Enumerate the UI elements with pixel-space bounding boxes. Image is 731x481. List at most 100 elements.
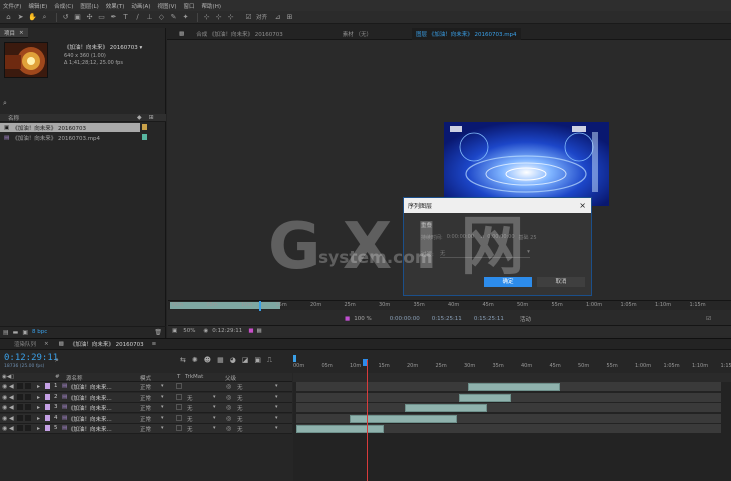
frame-blend-icon[interactable]: ▦ xyxy=(217,356,224,365)
eraser-tool-icon[interactable]: ◇ xyxy=(157,13,166,22)
graph-editor-icon[interactable]: ◪ xyxy=(242,356,249,365)
preserve-transparency-checkbox[interactable] xyxy=(176,393,182,400)
in-point-time[interactable]: 0:00:00:00 xyxy=(390,316,420,322)
parent-pickwhip-icon[interactable]: ◎ xyxy=(226,394,231,401)
zoom-tool-icon[interactable]: ⌕ xyxy=(40,13,49,22)
new-composition-icon[interactable]: ▣ xyxy=(22,329,28,336)
layer-bar-2[interactable] xyxy=(459,394,511,402)
parent-dropdown[interactable]: 无 xyxy=(237,404,243,412)
snapshot-icon[interactable]: ◉ xyxy=(203,328,208,334)
menu-icon[interactable]: ≡ xyxy=(152,341,157,347)
expand-chevron-icon[interactable]: ▸ xyxy=(37,383,40,390)
column-name-header[interactable]: 名称 xyxy=(8,114,19,122)
composition-mini-icon[interactable]: ⇆ xyxy=(180,356,186,365)
snap-option-icon[interactable]: ⊿ xyxy=(273,13,282,22)
visibility-eye-icon[interactable]: ◉ xyxy=(2,404,7,411)
layer-label-color[interactable] xyxy=(45,383,50,389)
axis-local-icon[interactable]: ⊹ xyxy=(202,13,211,22)
layer-name[interactable]: 《加油！向未来... xyxy=(68,404,112,412)
layer-bar-3[interactable] xyxy=(405,404,487,412)
header-t[interactable]: T xyxy=(177,374,180,380)
lock-checkbox[interactable] xyxy=(25,414,31,421)
chevron-down-icon[interactable]: ▾ xyxy=(213,415,216,421)
layer-row[interactable]: ◉ ◀ ▸ 5 ▤ 《加油！向未来... 正常 ▾ 无 ▾ ◎ 无 ▾ xyxy=(0,424,292,434)
tab-render-queue[interactable]: 渲染队列 xyxy=(14,340,36,348)
parent-dropdown[interactable]: 无 xyxy=(237,415,243,423)
motion-blur-icon[interactable]: ◕ xyxy=(230,356,236,365)
parent-pickwhip-icon[interactable]: ◎ xyxy=(226,404,231,411)
audio-icon[interactable]: ◀ xyxy=(9,425,14,432)
visibility-eye-icon[interactable]: ◉ xyxy=(2,425,7,432)
solo-checkbox[interactable] xyxy=(17,414,23,421)
layer-name[interactable]: 《加油！向未来... xyxy=(68,415,112,423)
chevron-down-icon[interactable]: ▾ xyxy=(213,404,216,410)
label-color-swatch[interactable] xyxy=(142,124,147,130)
rotate-tool-icon[interactable]: ↺ xyxy=(61,13,70,22)
menu-effect[interactable]: 效果(T) xyxy=(106,2,125,10)
close-icon[interactable]: × xyxy=(44,341,49,347)
channel-icon[interactable]: ■ xyxy=(345,316,350,322)
lock-checkbox[interactable] xyxy=(25,425,31,431)
timeline-current-time-indicator[interactable] xyxy=(367,360,368,481)
close-icon[interactable]: × xyxy=(19,30,24,36)
axis-view-icon[interactable]: ⊹ xyxy=(226,13,235,22)
tab-layer[interactable]: 图层 《加油！向未来》 20160703.mp4 xyxy=(411,27,521,40)
project-panel-tab[interactable]: 项目 xyxy=(4,29,15,37)
audio-icon[interactable]: ◀ xyxy=(9,415,14,422)
solo-checkbox[interactable] xyxy=(17,393,23,400)
audio-icon[interactable]: ◀ xyxy=(9,404,14,411)
snap-checkbox[interactable]: ☑ xyxy=(244,13,253,22)
cancel-button[interactable]: 取消 xyxy=(537,277,585,287)
preserve-transparency-checkbox[interactable] xyxy=(176,383,182,389)
parent-pickwhip-icon[interactable]: ◎ xyxy=(226,425,231,432)
menu-animation[interactable]: 动画(A) xyxy=(131,2,150,10)
pen-tool-icon[interactable]: ✒ xyxy=(109,13,118,22)
expand-chevron-icon[interactable]: ▸ xyxy=(37,404,40,411)
hand-tool-icon[interactable]: ✋ xyxy=(28,13,37,22)
puppet-tool-icon[interactable]: ✦ xyxy=(181,13,190,22)
header-parent[interactable]: 父级 xyxy=(225,374,236,382)
tab-composition[interactable]: 合成 《加油！向未来》 20160703 xyxy=(196,30,283,38)
interpret-footage-icon[interactable]: ▤ xyxy=(3,329,9,336)
pan-behind-tool-icon[interactable]: ✣ xyxy=(85,13,94,22)
label-column-icon[interactable]: ◆ xyxy=(137,114,142,121)
menu-composition[interactable]: 合成(C) xyxy=(54,2,73,10)
snap-option-icon[interactable]: ⊞ xyxy=(285,13,294,22)
layer-row[interactable]: ◉ ◀ ▸ 2 ▤ 《加油！向未来... 正常 ▾ 无 ▾ ◎ 无 ▾ xyxy=(0,392,292,403)
layer-label-color[interactable] xyxy=(45,425,50,431)
out-point-time[interactable]: 0:15:25:11 xyxy=(432,316,462,322)
trkmat-dropdown[interactable]: 无 xyxy=(187,404,193,412)
lock-checkbox[interactable] xyxy=(25,383,31,389)
lock-checkbox[interactable] xyxy=(25,393,31,400)
blend-mode-dropdown[interactable]: 正常 xyxy=(140,415,151,423)
layer-name[interactable]: 《加油！向未来... xyxy=(68,425,112,433)
render-checkbox[interactable]: ☑ xyxy=(706,316,711,322)
selected-item-name[interactable]: 《加油！向未来》 20160703 ▾ xyxy=(64,43,166,51)
color-icon[interactable]: ■ xyxy=(248,328,253,334)
preserve-transparency-checkbox[interactable] xyxy=(176,404,182,410)
menu-edit[interactable]: 编辑(E) xyxy=(28,2,47,10)
timeline-ruler[interactable]: 00m 05m 10m 15m 20m 25m 30m 35m 40m 45m 50m 55m 1:00… xyxy=(293,355,731,372)
render-icon[interactable]: ▣ xyxy=(254,356,261,365)
text-tool-icon[interactable]: T xyxy=(121,13,130,22)
visibility-eye-icon[interactable]: ◉ xyxy=(2,394,7,401)
current-timecode[interactable]: 0:12:29:11 xyxy=(212,328,242,334)
new-folder-icon[interactable]: ▬ xyxy=(13,329,19,336)
trkmat-dropdown[interactable]: 无 xyxy=(187,415,193,423)
audio-icon[interactable]: ◀ xyxy=(9,383,14,390)
parent-dropdown[interactable]: 无 xyxy=(237,425,243,433)
project-search[interactable]: ⌕ xyxy=(3,98,163,108)
chevron-down-icon[interactable]: ▾ xyxy=(213,394,216,400)
type-column-icon[interactable]: ⊞ xyxy=(149,114,154,121)
trkmat-dropdown[interactable]: 无 xyxy=(187,394,193,402)
expand-chevron-icon[interactable]: ▸ xyxy=(37,415,40,422)
menu-window[interactable]: 窗口 xyxy=(184,2,195,10)
layer-row[interactable]: ◉ ◀ ▸ 4 ▤ 《加油！向未来... 正常 ▾ 无 ▾ ◎ 无 ▾ xyxy=(0,413,292,424)
blend-mode-dropdown[interactable]: 正常 xyxy=(140,425,151,433)
parent-dropdown[interactable]: 无 xyxy=(237,383,243,391)
layer-bar-1[interactable] xyxy=(468,383,560,391)
preserve-transparency-checkbox[interactable] xyxy=(176,414,182,421)
expand-chevron-icon[interactable]: ▸ xyxy=(37,394,40,401)
menu-file[interactable]: 文件(F) xyxy=(3,2,21,10)
graph-icon[interactable]: ⎍ xyxy=(267,356,272,365)
